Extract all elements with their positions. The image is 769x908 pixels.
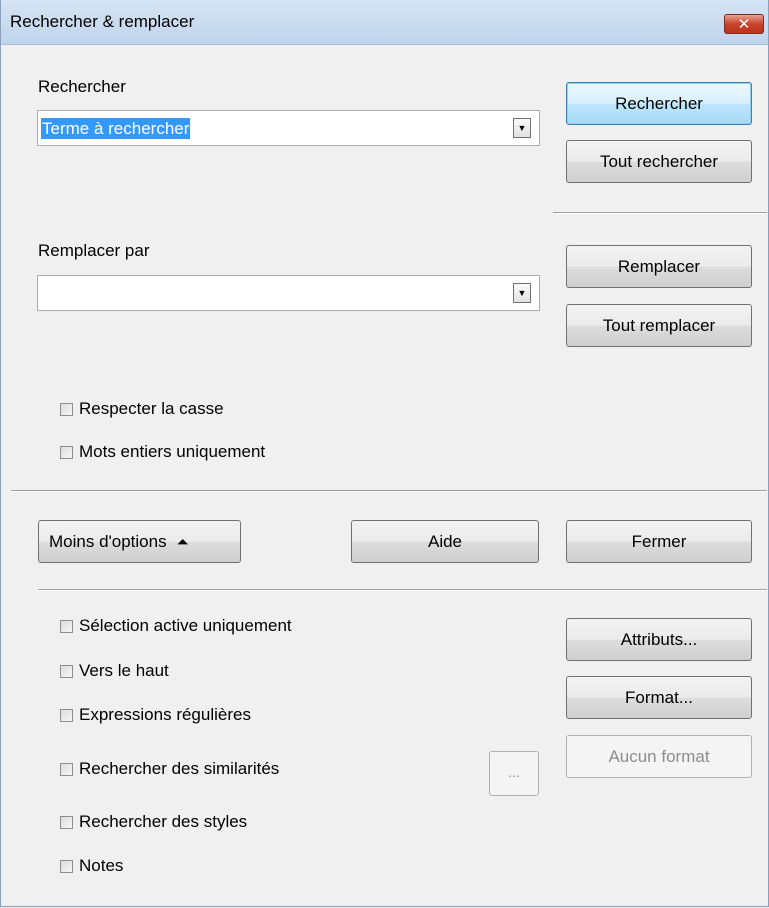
notes-checkbox[interactable]: Notes [60,855,123,877]
regex-label: Expressions régulières [79,705,251,724]
search-dropdown-button[interactable]: ▼ [513,118,531,138]
similarity-settings-button[interactable]: ... [489,751,539,796]
similarity-label: Rechercher des similarités [79,759,280,778]
replace-all-button[interactable]: Tout remplacer [566,304,752,347]
whole-words-checkbox[interactable]: Mots entiers uniquement [60,441,265,463]
styles-checkbox[interactable]: Rechercher des styles [60,811,247,833]
checkbox-icon [60,619,73,633]
match-case-label: Respecter la casse [79,399,224,418]
chevron-down-icon: ▼ [517,288,527,298]
format-button[interactable]: Format... [566,676,752,719]
separator [38,589,767,591]
search-input-value[interactable]: Terme à rechercher [41,118,191,139]
find-button[interactable]: Rechercher [566,82,752,125]
fewer-options-label: Moins d'options [49,532,167,551]
replace-combobox[interactable]: ▼ [37,275,540,311]
no-format-button[interactable]: Aucun format [566,735,752,778]
whole-words-label: Mots entiers uniquement [79,442,266,461]
fewer-options-button[interactable]: Moins d'options ⏶ [38,520,241,563]
checkbox-icon [60,708,73,722]
close-window-button[interactable]: ✕ [724,14,764,34]
checkbox-icon [60,762,73,776]
close-button[interactable]: Fermer [566,520,752,563]
close-icon: ✕ [737,16,751,33]
similarity-checkbox[interactable]: Rechercher des similarités [60,758,279,780]
replace-dropdown-button[interactable]: ▼ [513,283,531,303]
match-case-checkbox[interactable]: Respecter la casse [60,398,224,420]
chevron-down-icon: ▼ [517,123,527,133]
current-selection-checkbox[interactable]: Sélection active uniquement [60,615,292,637]
checkbox-icon [60,402,73,416]
checkbox-icon [60,664,73,678]
replace-label: Remplacer par [38,241,150,260]
double-chevron-up-icon: ⏶ [176,534,189,552]
separator [11,490,767,492]
find-replace-dialog: Rechercher & remplacer ✕ Rechercher Term… [0,0,769,907]
attributes-button[interactable]: Attributs... [566,618,752,661]
find-all-button[interactable]: Tout rechercher [566,140,752,183]
checkbox-icon [60,815,73,829]
current-selection-label: Sélection active uniquement [79,616,292,635]
notes-label: Notes [79,856,124,875]
backwards-label: Vers le haut [79,661,169,680]
checkbox-icon [60,445,73,459]
checkbox-icon [60,859,73,873]
separator [553,212,767,214]
search-label: Rechercher [38,77,126,96]
window-title: Rechercher & remplacer [10,12,195,31]
backwards-checkbox[interactable]: Vers le haut [60,660,169,682]
help-button[interactable]: Aide [351,520,539,563]
title-bar: Rechercher & remplacer ✕ [1,0,768,45]
styles-label: Rechercher des styles [79,812,248,831]
regex-checkbox[interactable]: Expressions régulières [60,704,251,726]
search-combobox[interactable]: Terme à rechercher ▼ [37,110,540,146]
replace-button[interactable]: Remplacer [566,245,752,288]
